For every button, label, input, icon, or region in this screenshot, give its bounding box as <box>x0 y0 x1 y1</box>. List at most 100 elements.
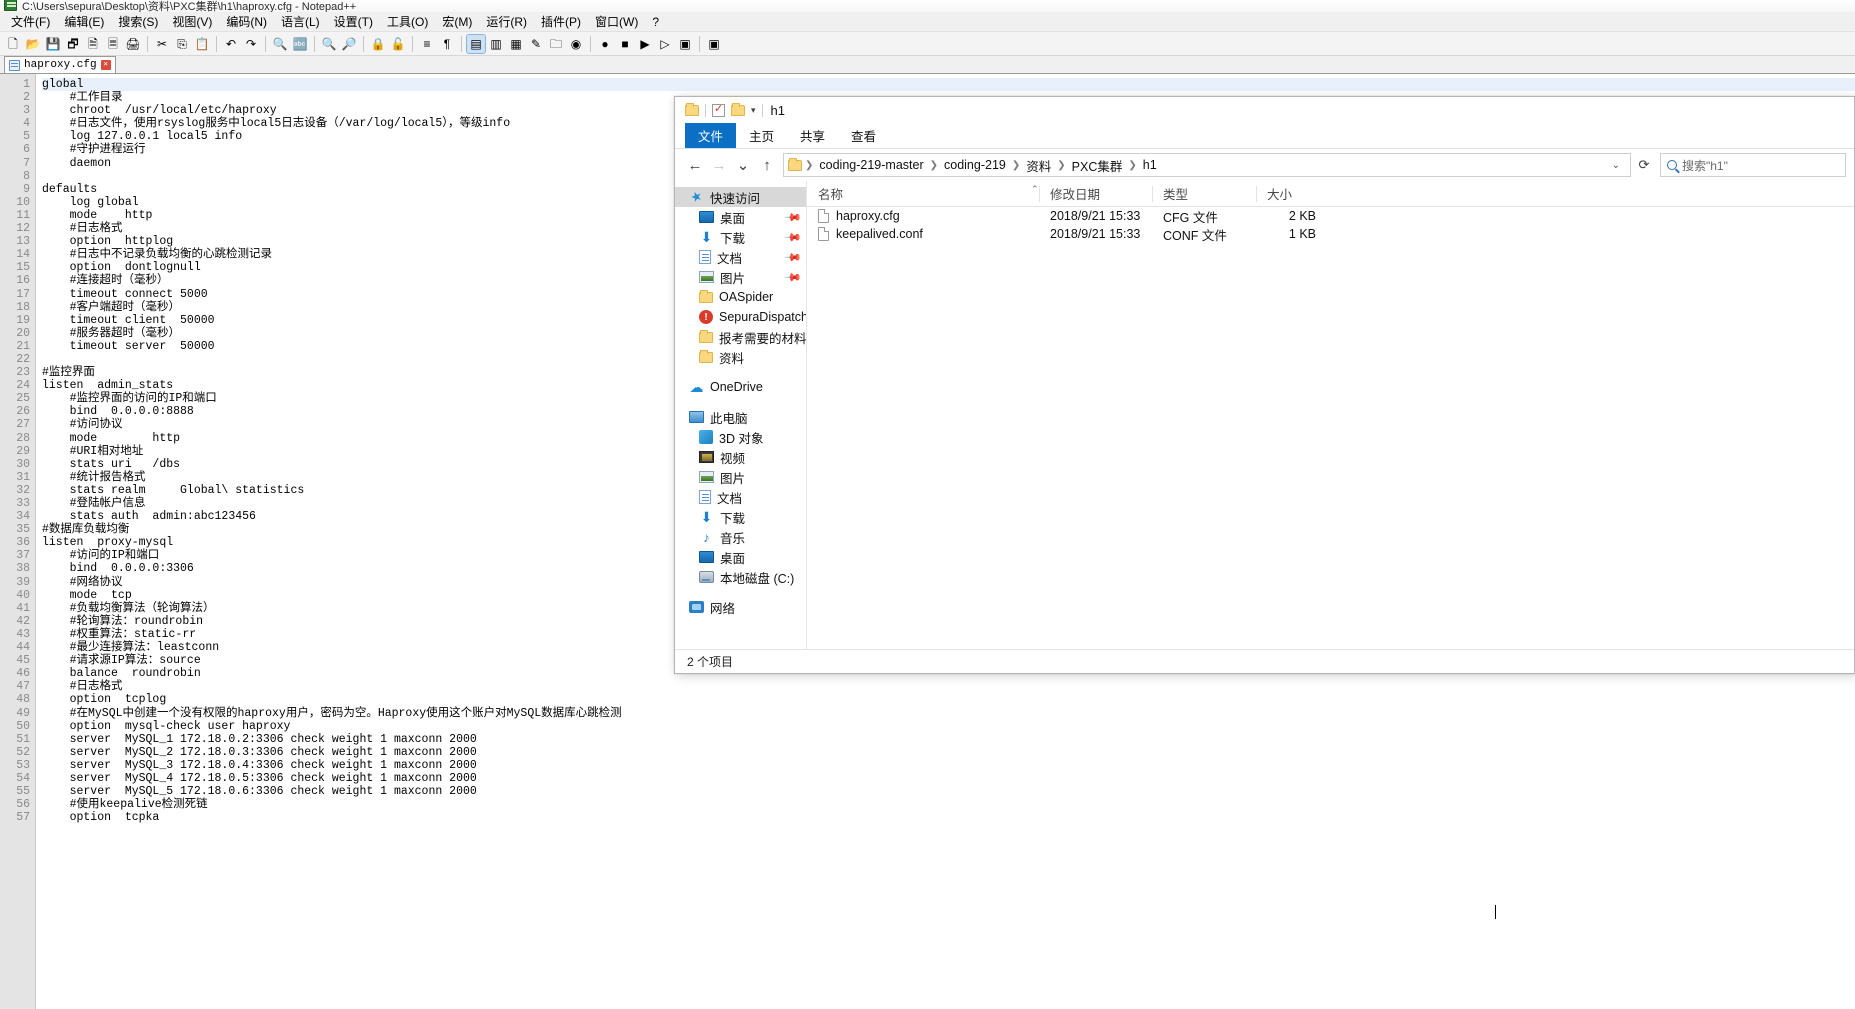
code-line[interactable]: server MySQL_3 172.18.0.4:3306 check wei… <box>42 759 1855 772</box>
new-file-icon[interactable]: 🗋 <box>4 35 22 53</box>
breadcrumb-pxc-cluster[interactable]: PXC集群 <box>1069 156 1126 175</box>
table-row[interactable]: haproxy.cfg 2018/9/21 15:33 CFG 文件 2 KB <box>807 207 1854 225</box>
sidebar-item-15[interactable]: ⬇ 下载 <box>675 507 806 527</box>
undo-icon[interactable]: ↶ <box>222 35 240 53</box>
code-line[interactable]: server MySQL_1 172.18.0.2:3306 check wei… <box>42 733 1855 746</box>
pin-icon[interactable]: 📌 <box>784 248 803 266</box>
ribbon-tab-view[interactable]: 查看 <box>838 123 889 148</box>
pin-icon[interactable]: 📌 <box>784 208 803 226</box>
code-line[interactable]: #使用keepalive检测死链 <box>42 798 1855 811</box>
file-list-pane[interactable]: 名称 修改日期 类型 大小 ⌃ haproxy.cfg 2018/9/21 15:… <box>807 181 1854 649</box>
sidebar-item-8[interactable]: 资料 <box>675 347 806 367</box>
stop-macro-icon[interactable]: ■ <box>616 35 634 53</box>
menu-item-search[interactable]: 搜索(S) <box>111 11 165 32</box>
word-wrap-icon[interactable]: ≡ <box>418 35 436 53</box>
menu-item-view[interactable]: 视图(V) <box>165 11 219 32</box>
close-file-icon[interactable]: 🗎 <box>84 35 102 53</box>
user-defined-dialog-icon[interactable]: ▥ <box>487 35 505 53</box>
zoom-in-icon[interactable]: 🔍 <box>320 35 338 53</box>
sidebar-item-2[interactable]: ⬇ 下载 📌 <box>675 227 806 247</box>
up-button[interactable]: ↑ <box>755 153 779 177</box>
sidebar-item-16[interactable]: ♪ 音乐 <box>675 527 806 547</box>
pin-icon[interactable]: 📌 <box>784 228 803 246</box>
tab-haproxy-cfg[interactable]: haproxy.cfg ✕ <box>4 56 116 73</box>
code-line[interactable]: option tcpka <box>42 811 1855 824</box>
menu-item-file[interactable]: 文件(F) <box>4 11 57 32</box>
address-dropdown-icon[interactable]: ⌄ <box>1606 160 1626 171</box>
code-line[interactable]: server MySQL_5 172.18.0.6:3306 check wei… <box>42 785 1855 798</box>
code-line[interactable]: option mysql-check user haproxy <box>42 720 1855 733</box>
ribbon-tab-file[interactable]: 文件 <box>685 123 737 148</box>
refresh-icon[interactable]: ⟳ <box>1631 153 1657 177</box>
recent-locations-button[interactable]: ⌄ <box>731 153 755 177</box>
sidebar-item-18[interactable]: 本地磁盘 (C:) <box>675 567 806 587</box>
column-header-size[interactable]: 大小 <box>1256 181 1316 207</box>
sidebar-item-9[interactable]: ☁ OneDrive <box>675 377 806 397</box>
menu-item-plugins[interactable]: 插件(P) <box>534 11 588 32</box>
sidebar-item-19[interactable]: 网络 <box>675 597 806 617</box>
code-line[interactable]: option tcplog <box>42 693 1855 706</box>
run-macro-multiple-icon[interactable]: ▷ <box>656 35 674 53</box>
menu-item-settings[interactable]: 设置(T) <box>327 11 380 32</box>
close-all-icon[interactable]: 🗏 <box>104 35 122 53</box>
save-macro-icon[interactable]: ▣ <box>676 35 694 53</box>
properties-icon[interactable] <box>712 102 725 117</box>
navigation-pane[interactable]: ★ 快速访问桌面 📌 ⬇ 下载 📌 文档 📌 图片 📌 OASpider SepuraDispatch… <box>675 181 807 649</box>
code-line[interactable]: #日志格式 <box>42 680 1855 693</box>
menu-item-window[interactable]: 窗口(W) <box>588 11 645 32</box>
redo-icon[interactable]: ↷ <box>242 35 260 53</box>
column-header-row[interactable]: 名称 修改日期 类型 大小 ⌃ <box>807 181 1854 207</box>
ribbon-tab-home[interactable]: 主页 <box>736 123 787 148</box>
sidebar-item-1[interactable]: 桌面 📌 <box>675 207 806 227</box>
file-name-cell[interactable]: keepalived.conf <box>807 227 1039 241</box>
save-all-icon[interactable]: 🗗 <box>64 35 82 53</box>
menu-item-help[interactable]: ? <box>645 13 666 31</box>
ribbon-tab-share[interactable]: 共享 <box>787 123 838 148</box>
breadcrumb-coding-219-master[interactable]: coding-219-master <box>816 158 926 172</box>
new-folder-icon[interactable] <box>731 102 745 116</box>
pin-icon[interactable]: 📌 <box>784 268 803 286</box>
print-icon[interactable]: 🖨 <box>124 35 142 53</box>
code-line[interactable]: #在MySQL中创建一个没有权限的haproxy用户，密码为空。Haproxy使… <box>42 707 1855 720</box>
sidebar-item-13[interactable]: 图片 <box>675 467 806 487</box>
menu-bar[interactable]: 文件(F) 编辑(E) 搜索(S) 视图(V) 编码(N) 语言(L) 设置(T… <box>0 12 1855 32</box>
back-button[interactable]: ← <box>683 153 707 177</box>
menu-item-language[interactable]: 语言(L) <box>274 11 327 32</box>
doc-map-icon[interactable]: ▦ <box>507 35 525 53</box>
chevron-down-icon[interactable]: ▾ <box>751 105 756 116</box>
copy-icon[interactable]: ⎘ <box>173 35 191 53</box>
open-file-icon[interactable]: 📂 <box>24 35 42 53</box>
sidebar-item-6[interactable]: SepuraDispatchPr <box>675 307 806 327</box>
monitor-icon[interactable]: ◉ <box>567 35 585 53</box>
folder-workspace-icon[interactable]: 🗀 <box>547 35 565 53</box>
code-line[interactable]: global <box>42 78 1855 92</box>
sidebar-item-0[interactable]: ★ 快速访问 <box>675 187 806 207</box>
indent-guide-icon[interactable]: ▤ <box>466 33 486 54</box>
sidebar-item-11[interactable]: 3D 对象 <box>675 427 806 447</box>
sidebar-item-7[interactable]: 报考需要的材料 <box>675 327 806 347</box>
menu-item-macro[interactable]: 宏(M) <box>435 11 479 32</box>
playback-macro-icon[interactable]: ▶ <box>636 35 654 53</box>
paste-icon[interactable]: 📋 <box>193 35 211 53</box>
sidebar-item-5[interactable]: OASpider <box>675 287 806 307</box>
sidebar-item-3[interactable]: 文档 📌 <box>675 247 806 267</box>
menu-item-edit[interactable]: 编辑(E) <box>57 11 111 32</box>
find-icon[interactable]: 🔍 <box>271 35 289 53</box>
show-all-chars-icon[interactable]: ¶ <box>438 35 456 53</box>
breadcrumb-coding-219[interactable]: coding-219 <box>941 158 1009 172</box>
search-input[interactable]: 搜索"h1" <box>1660 153 1846 177</box>
sync-h-scroll-icon[interactable]: 🔓 <box>389 35 407 53</box>
close-icon[interactable]: ✕ <box>100 60 111 70</box>
function-list-icon[interactable]: ✎ <box>527 35 545 53</box>
sidebar-item-12[interactable]: 视频 <box>675 447 806 467</box>
address-bar[interactable]: ❯ coding-219-master ❯ coding-219 ❯ 资料 ❯ … <box>783 153 1631 177</box>
code-line[interactable]: server MySQL_4 172.18.0.5:3306 check wei… <box>42 772 1855 785</box>
record-macro-icon[interactable]: ● <box>596 35 614 53</box>
column-header-name[interactable]: 名称 <box>807 181 1039 207</box>
menu-item-run[interactable]: 运行(R) <box>479 11 534 32</box>
menu-item-encoding[interactable]: 编码(N) <box>219 11 274 32</box>
code-line[interactable]: server MySQL_2 172.18.0.3:3306 check wei… <box>42 746 1855 759</box>
breadcrumb-h1[interactable]: h1 <box>1140 158 1160 172</box>
run-icon[interactable]: ▣ <box>705 35 723 53</box>
sidebar-item-10[interactable]: 此电脑 <box>675 407 806 427</box>
